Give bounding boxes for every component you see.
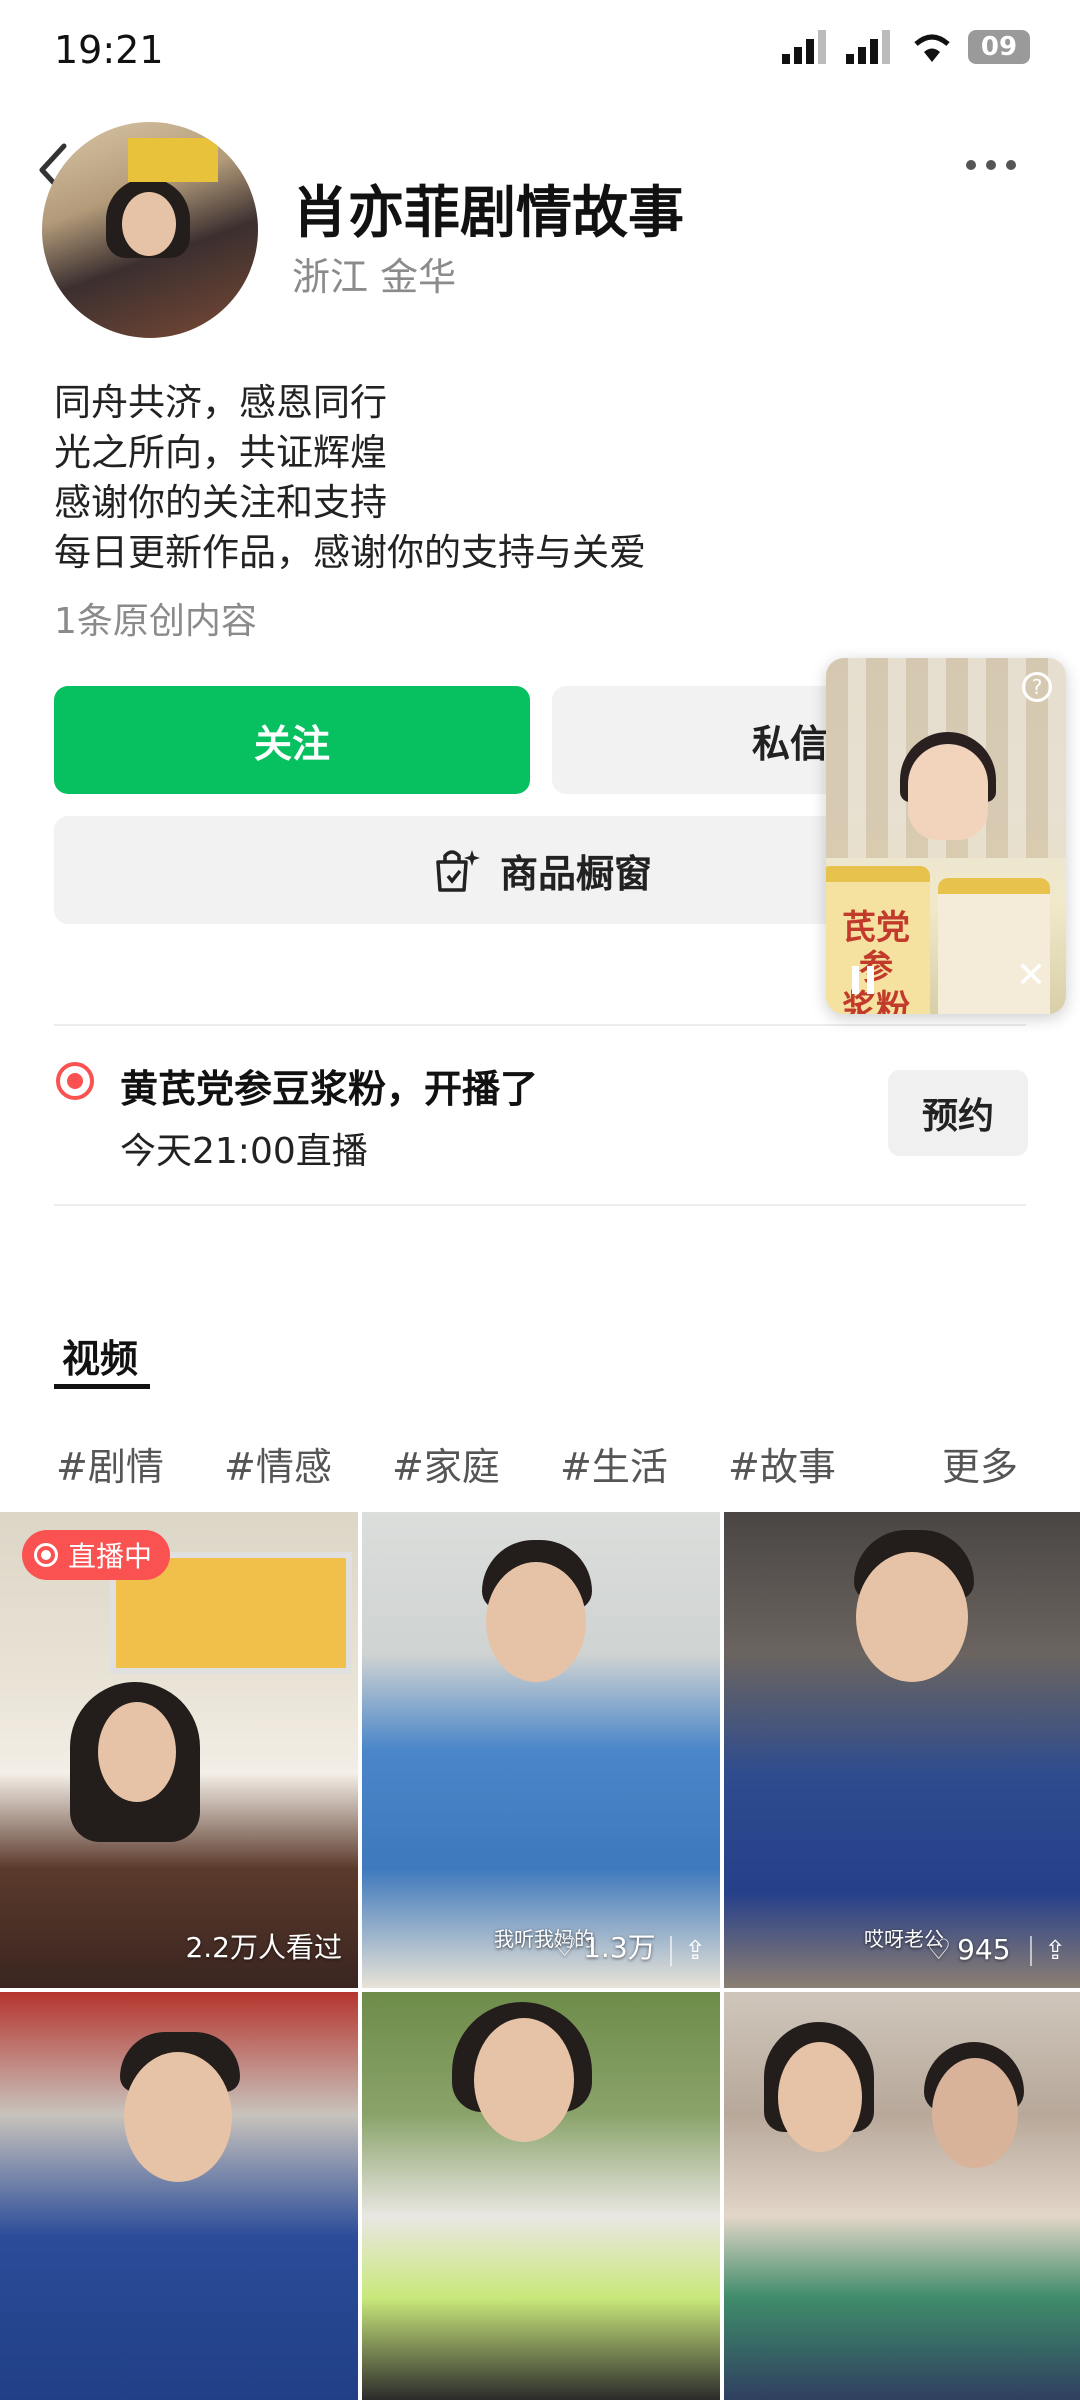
bio-line: 每日更新作品，感谢你的支持与关爱 bbox=[54, 531, 646, 574]
video-thumbnail[interactable] bbox=[724, 1992, 1080, 2400]
tags-more[interactable]: 更多 bbox=[942, 1436, 1018, 1491]
like-count-value: 945 bbox=[957, 1933, 1011, 1966]
reserve-button[interactable]: 预约 bbox=[888, 1070, 1028, 1156]
avatar[interactable] bbox=[42, 122, 258, 338]
status-icons: 09 bbox=[782, 30, 1030, 64]
follow-button[interactable]: 关注 bbox=[54, 686, 530, 794]
pause-icon[interactable] bbox=[852, 966, 874, 994]
tag-item[interactable]: #情感 bbox=[224, 1436, 332, 1491]
live-notice-title: 黄芪党参豆浆粉，开播了 bbox=[120, 1067, 539, 1111]
help-icon[interactable]: ? bbox=[1022, 672, 1052, 702]
live-icon bbox=[34, 1543, 58, 1567]
close-icon[interactable]: ✕ bbox=[1016, 955, 1046, 996]
live-badge-label: 直播中 bbox=[68, 1540, 153, 1573]
live-notice-time: 今天21:00直播 bbox=[120, 1131, 368, 1172]
tag-item[interactable]: #故事 bbox=[728, 1436, 836, 1491]
view-count: 2.2万人看过 bbox=[185, 1931, 342, 1964]
bio-line: 同舟共济，感恩同行 bbox=[54, 381, 387, 424]
heart-icon: ♡ bbox=[926, 1933, 952, 1966]
battery-icon: 09 bbox=[968, 30, 1030, 64]
bio-line: 感谢你的关注和支持 bbox=[54, 481, 387, 524]
original-count: 1条原创内容 bbox=[54, 601, 257, 642]
wifi-icon bbox=[914, 34, 950, 62]
more-icon[interactable] bbox=[966, 160, 1016, 170]
bio-line: 光之所向，共证辉煌 bbox=[54, 431, 387, 474]
video-thumbnail[interactable] bbox=[362, 1992, 720, 2400]
profile-name: 肖亦菲剧情故事 bbox=[292, 181, 684, 246]
signal-icon bbox=[782, 30, 826, 64]
profile-bio: 同舟共济，感恩同行 光之所向，共证辉煌 感谢你的关注和支持 每日更新作品，感谢你… bbox=[54, 378, 646, 578]
divider bbox=[54, 1204, 1026, 1206]
like-count: ♡ 945 bbox=[926, 1933, 1011, 1966]
share-icon[interactable]: ⇪ bbox=[670, 1936, 706, 1966]
video-thumbnail[interactable]: 我听我妈的 ♡ 1.3万 ⇪ bbox=[362, 1512, 720, 1988]
tag-item[interactable]: #生活 bbox=[560, 1436, 668, 1491]
shopping-bag-icon bbox=[436, 850, 480, 892]
video-thumbnail[interactable]: 哎呀老公 ♡ 945 ⇪ bbox=[724, 1512, 1080, 1988]
product-label: 芪党参 浆粉 bbox=[842, 908, 910, 1014]
live-badge: 直播中 bbox=[22, 1530, 171, 1580]
tag-item[interactable]: #剧情 bbox=[56, 1436, 164, 1491]
floating-video-player[interactable]: 芪党参 浆粉 ? ✕ bbox=[826, 658, 1066, 1014]
shop-window-label: 商品橱窗 bbox=[499, 851, 652, 896]
signal-icon-2 bbox=[846, 30, 890, 64]
tab-underline bbox=[54, 1384, 150, 1389]
status-time: 19:21 bbox=[54, 28, 164, 72]
heart-icon: ♡ bbox=[552, 1929, 578, 1963]
like-count: ♡ 1.3万 bbox=[552, 1926, 656, 1966]
like-count-value: 1.3万 bbox=[583, 1931, 656, 1964]
tag-item[interactable]: #家庭 bbox=[392, 1436, 500, 1491]
tab-video[interactable]: 视频 bbox=[62, 1328, 138, 1383]
video-thumbnail[interactable] bbox=[0, 1992, 358, 2400]
video-thumbnail[interactable]: 直播中 2.2万人看过 bbox=[0, 1512, 358, 1988]
live-record-icon bbox=[56, 1062, 94, 1100]
share-icon[interactable]: ⇪ bbox=[1030, 1936, 1066, 1966]
divider bbox=[54, 1024, 1026, 1026]
profile-location: 浙江 金华 bbox=[292, 255, 457, 299]
